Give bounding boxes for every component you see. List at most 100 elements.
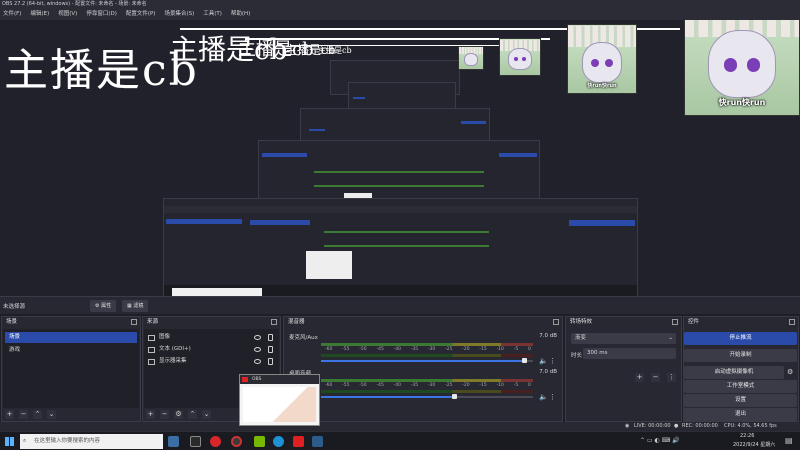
- volume-meter: [321, 379, 533, 382]
- transitions-body: 渐变 ⌄ 时长 300 ms + − ⋮: [567, 329, 680, 408]
- undock-icon[interactable]: [553, 319, 559, 325]
- scene-list: 场景 游戏: [3, 329, 139, 408]
- video-app-icon[interactable]: [293, 436, 304, 447]
- anime-image-thumbnail: 快run快run: [684, 20, 800, 116]
- transitions-title: 转场特效: [570, 319, 593, 325]
- undock-icon[interactable]: [271, 319, 277, 325]
- menu-edit[interactable]: 编辑(E): [30, 9, 49, 20]
- gear-icon[interactable]: ⚙: [174, 410, 183, 419]
- start-virtual-camera-button[interactable]: 启动虚拟摄像机: [684, 366, 784, 379]
- menu-help[interactable]: 帮助(H): [231, 9, 250, 20]
- clock-time[interactable]: 22:26: [740, 433, 754, 439]
- tray-icons[interactable]: ⌃ ▭ ◐ ⌨ 🔊: [640, 437, 680, 444]
- controls-title: 控件: [688, 319, 700, 325]
- visibility-eye-icon[interactable]: [254, 359, 261, 364]
- volume-slider[interactable]: [321, 360, 524, 362]
- scene-item[interactable]: 场景: [5, 332, 137, 343]
- track-name: 麦克风/Aux: [289, 335, 318, 341]
- remove-icon[interactable]: −: [651, 373, 660, 382]
- add-icon[interactable]: +: [5, 410, 14, 419]
- move-down-icon[interactable]: ⌄: [47, 410, 56, 419]
- search-icon: ⌕: [23, 438, 27, 444]
- studio-mode-button[interactable]: 工作室模式: [684, 380, 797, 393]
- clock-date[interactable]: 2022/9/24 星期六: [733, 441, 775, 448]
- speaker-icon[interactable]: 🔈: [539, 357, 548, 365]
- menu-scene-collection[interactable]: 场景集合(S): [164, 9, 194, 20]
- image-icon: [148, 334, 155, 341]
- notification-icon[interactable]: ▤: [785, 436, 793, 445]
- mixer-body: 麦克风/Aux 7.0 dB -60 -55 -50 -45 -40 -35 -30 -25-…: [285, 329, 561, 408]
- lock-icon[interactable]: [268, 358, 273, 365]
- nvidia-icon[interactable]: [254, 436, 265, 447]
- duration-input[interactable]: 300 ms: [583, 348, 676, 359]
- menu-bar: 文件(F) 编辑(E) 视图(V) 停靠窗口(D) 配置文件(P) 场景集合(S…: [0, 9, 800, 20]
- menu-view[interactable]: 视图(V): [58, 9, 77, 20]
- move-up-icon[interactable]: ⌃: [188, 410, 197, 419]
- menu-file[interactable]: 文件(F): [3, 9, 21, 20]
- menu-profile[interactable]: 配置文件(P): [126, 9, 156, 20]
- taskbar-search[interactable]: ⌕ 在这里输入你要搜索的内容: [20, 434, 163, 449]
- visibility-eye-icon[interactable]: [254, 335, 261, 340]
- scene-item[interactable]: 游戏: [5, 345, 137, 356]
- settings-button[interactable]: 设置: [684, 394, 797, 407]
- file-explorer-icon[interactable]: [190, 436, 201, 447]
- volume-slider[interactable]: [321, 396, 454, 398]
- more-options-icon[interactable]: ⋮: [549, 357, 556, 365]
- mixer-title: 混音器: [288, 319, 305, 325]
- taskbar-window-preview[interactable]: OBS: [239, 374, 320, 426]
- exit-button[interactable]: 退出: [684, 408, 797, 421]
- lock-icon[interactable]: [268, 334, 273, 341]
- taskbar: ⌕ 在这里输入你要搜索的内容 ⌃ ▭ ◐ ⌨ 🔊 22:26 2022/9/24…: [0, 431, 800, 450]
- obs-icon[interactable]: [231, 436, 242, 447]
- gear-icon[interactable]: ⚙: [787, 368, 793, 376]
- more-options-icon[interactable]: ⋮: [549, 393, 556, 401]
- lock-icon[interactable]: [268, 346, 273, 353]
- filters-button[interactable]: ▦ 滤镜: [122, 300, 149, 312]
- status-bar: ◉ LIVE: 00:00:00 ● REC: 00:00:00 CPU: 4.…: [0, 422, 800, 431]
- volume-meter: [321, 390, 533, 393]
- move-down-icon[interactable]: ⌄: [202, 410, 211, 419]
- undock-icon[interactable]: [789, 319, 795, 325]
- anime-image-thumbnail: [499, 38, 541, 76]
- menu-docks[interactable]: 停靠窗口(D): [86, 9, 117, 20]
- live-indicator-icon: ◉: [625, 423, 630, 429]
- steam-icon[interactable]: [168, 436, 179, 447]
- cpu-fps: CPU: 4.0%, 54.65 fps: [724, 423, 777, 429]
- window-title: OBS 27.2 (64-bit, windows) - 配置文件: 未命名 -…: [0, 0, 800, 9]
- live-time: LIVE: 00:00:00: [634, 423, 671, 429]
- start-recording-button[interactable]: 开始录制: [684, 349, 797, 362]
- volume-slider-handle[interactable]: [522, 358, 527, 363]
- volume-slider-handle[interactable]: [452, 394, 457, 399]
- add-icon[interactable]: +: [635, 373, 644, 382]
- scene-toolbar: + − ⌃ ⌄: [2, 408, 140, 421]
- scenes-title: 场景: [6, 319, 18, 325]
- volume-meter: [321, 354, 533, 357]
- source-item[interactable]: 图像: [148, 332, 275, 343]
- edge-browser-icon[interactable]: [273, 436, 284, 447]
- windows-start-icon[interactable]: [5, 437, 14, 446]
- add-icon[interactable]: +: [146, 410, 155, 419]
- properties-button[interactable]: ⚙ 属性: [90, 300, 117, 312]
- visibility-eye-icon[interactable]: [254, 347, 261, 352]
- stream-caption-echo: 主播是cb: [318, 46, 352, 55]
- no-source-selected-label: 未选择源: [3, 304, 26, 310]
- stop-streaming-button[interactable]: 停止推流: [684, 332, 797, 345]
- source-item[interactable]: 文本 (GDI+): [148, 344, 275, 355]
- netease-music-icon[interactable]: [210, 436, 221, 447]
- transitions-dock: 转场特效 渐变 ⌄ 时长 300 ms + − ⋮: [565, 316, 682, 422]
- speaker-icon[interactable]: 🔈: [539, 393, 548, 401]
- source-item[interactable]: 显示器采集: [148, 356, 275, 367]
- menu-tools[interactable]: 工具(T): [203, 9, 222, 20]
- remove-icon[interactable]: −: [19, 410, 28, 419]
- undock-icon[interactable]: [131, 319, 137, 325]
- steam-icon[interactable]: [312, 436, 323, 447]
- transition-type-select[interactable]: 渐变 ⌄: [571, 333, 676, 344]
- audio-mixer-dock: 混音器 麦克风/Aux 7.0 dB -60 -55 -50 -45 -40 -35 -30…: [283, 316, 563, 422]
- nested-preview: [163, 198, 638, 296]
- more-options-icon[interactable]: ⋮: [667, 373, 676, 382]
- preview-canvas[interactable]: 主播是cb 主播是cb 主播是cb 主播是cb 主播是cb 快run快run 快…: [0, 20, 800, 296]
- move-up-icon[interactable]: ⌃: [33, 410, 42, 419]
- remove-icon[interactable]: −: [160, 410, 169, 419]
- undock-icon[interactable]: [672, 319, 678, 325]
- anime-image-thumbnail: 快run快run: [567, 24, 637, 94]
